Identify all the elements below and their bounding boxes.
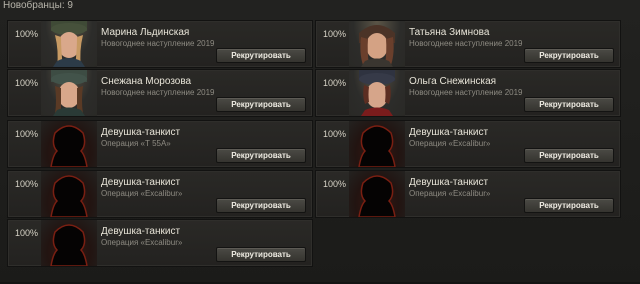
recruit-card: 100% Марина Льдинская Новогоднее наступл… bbox=[7, 20, 313, 68]
recruit-button[interactable]: Рекрутировать bbox=[524, 48, 614, 63]
progress-percent: 100% bbox=[323, 179, 347, 189]
crew-name: Девушка-танкист bbox=[101, 177, 181, 188]
recruit-button[interactable]: Рекрутировать bbox=[524, 148, 614, 163]
progress-percent: 100% bbox=[15, 129, 39, 139]
crew-source: Операция «Excalibur» bbox=[101, 189, 183, 198]
recruit-button[interactable]: Рекрутировать bbox=[216, 48, 306, 63]
recruit-card: 100% Девушка-танкист Операция «Excalibur… bbox=[315, 120, 621, 168]
crew-source: Новогоднее наступление 2019 bbox=[101, 88, 215, 97]
crew-name: Девушка-танкист bbox=[101, 226, 181, 237]
recruits-count-header: Новобранцы: 9 bbox=[3, 0, 73, 11]
recruits-panel: Новобранцы: 9 100% Марина Льдинская Ново… bbox=[0, 0, 640, 284]
silhouette-icon bbox=[41, 171, 97, 217]
progress-percent: 100% bbox=[15, 179, 39, 189]
recruit-card: 100% Снежана Морозова Новогоднее наступл… bbox=[7, 69, 313, 117]
crew-name: Марина Льдинская bbox=[101, 27, 190, 38]
crew-portrait-icon bbox=[41, 70, 97, 116]
recruit-card: 100% Ольга Снежинская Новогоднее наступл… bbox=[315, 69, 621, 117]
silhouette-icon bbox=[349, 121, 405, 167]
crew-name: Девушка-танкист bbox=[101, 127, 181, 138]
crew-name: Татьяна Зимнова bbox=[409, 27, 490, 38]
progress-percent: 100% bbox=[15, 78, 39, 88]
recruit-button[interactable]: Рекрутировать bbox=[524, 198, 614, 213]
recruit-card: 100% Татьяна Зимнова Новогоднее наступле… bbox=[315, 20, 621, 68]
crew-source: Новогоднее наступление 2019 bbox=[101, 39, 215, 48]
recruit-card: 100% Девушка-танкист Операция «Excalibur… bbox=[7, 170, 313, 218]
recruit-button[interactable]: Рекрутировать bbox=[216, 148, 306, 163]
recruit-card: 100% Девушка-танкист Операция «Excalibur… bbox=[315, 170, 621, 218]
progress-percent: 100% bbox=[15, 29, 39, 39]
recruit-card: 100% Девушка-танкист Операция «Excalibur… bbox=[7, 219, 313, 267]
recruit-button[interactable]: Рекрутировать bbox=[216, 247, 306, 262]
recruit-button[interactable]: Рекрутировать bbox=[216, 97, 306, 112]
crew-source: Операция «Excalibur» bbox=[409, 189, 491, 198]
silhouette-icon bbox=[41, 121, 97, 167]
crew-portrait-icon bbox=[349, 21, 405, 67]
recruit-button[interactable]: Рекрутировать bbox=[216, 198, 306, 213]
progress-percent: 100% bbox=[323, 29, 347, 39]
crew-source: Новогоднее наступление 2019 bbox=[409, 39, 523, 48]
crew-name: Девушка-танкист bbox=[409, 177, 489, 188]
progress-percent: 100% bbox=[323, 78, 347, 88]
crew-name: Снежана Морозова bbox=[101, 76, 192, 87]
crew-source: Операция «Excalibur» bbox=[101, 238, 183, 247]
silhouette-icon bbox=[349, 171, 405, 217]
crew-portrait-icon bbox=[349, 70, 405, 116]
progress-percent: 100% bbox=[323, 129, 347, 139]
crew-source: Операция «Excalibur» bbox=[409, 139, 491, 148]
crew-portrait-icon bbox=[41, 21, 97, 67]
crew-source: Операция «Т 55А» bbox=[101, 139, 171, 148]
crew-source: Новогоднее наступление 2019 bbox=[409, 88, 523, 97]
recruit-card: 100% Девушка-танкист Операция «Т 55А» Ре… bbox=[7, 120, 313, 168]
crew-name: Девушка-танкист bbox=[409, 127, 489, 138]
recruit-button[interactable]: Рекрутировать bbox=[524, 97, 614, 112]
crew-name: Ольга Снежинская bbox=[409, 76, 497, 87]
silhouette-icon bbox=[41, 220, 97, 266]
progress-percent: 100% bbox=[15, 228, 39, 238]
